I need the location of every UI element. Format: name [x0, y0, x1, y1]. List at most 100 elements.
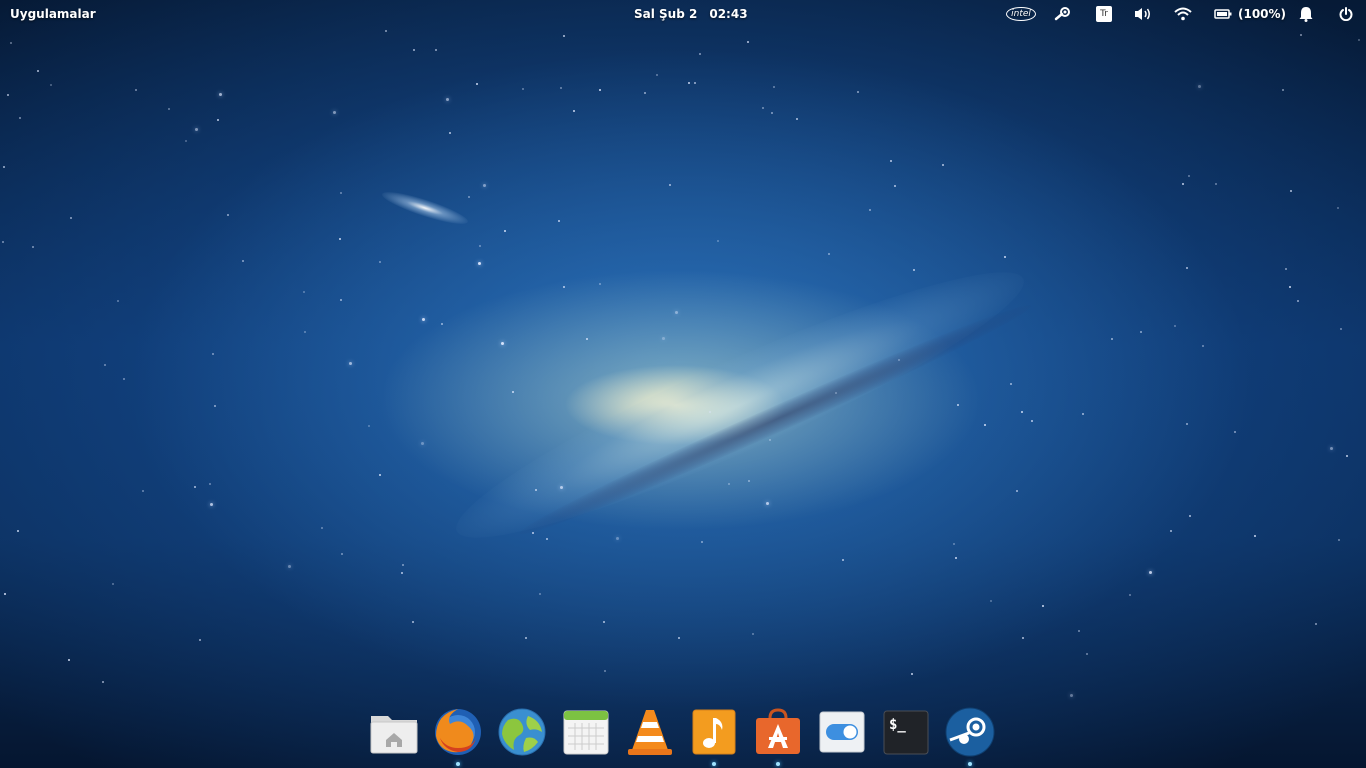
star [586, 338, 588, 340]
star [479, 245, 481, 247]
star [748, 480, 750, 482]
star [50, 84, 52, 86]
star [1186, 267, 1188, 269]
star [333, 111, 336, 114]
star [662, 337, 665, 340]
steam-tray-icon [1054, 7, 1070, 21]
star [546, 538, 548, 540]
star [869, 209, 871, 211]
star [1337, 207, 1339, 209]
star [4, 593, 6, 595]
dock-item-system-settings[interactable] [816, 706, 868, 758]
globe-icon [498, 708, 546, 756]
star [656, 74, 658, 76]
session-indicator[interactable] [1336, 4, 1356, 24]
dock: $_ [360, 700, 1006, 768]
power-indicator[interactable]: (100%) [1214, 4, 1298, 24]
date-time-indicator[interactable]: Sal Şub 2 02:43 [634, 7, 748, 21]
star [747, 41, 749, 43]
star [669, 184, 671, 186]
star [209, 483, 211, 485]
star [525, 637, 527, 639]
star [599, 89, 601, 91]
star [563, 35, 565, 37]
star [1086, 653, 1088, 655]
star [214, 405, 216, 407]
star [1031, 420, 1033, 422]
star [1330, 447, 1333, 450]
dock-item-appcenter[interactable] [752, 706, 804, 766]
star [1022, 637, 1024, 639]
star [699, 53, 701, 55]
star [604, 670, 606, 672]
star [752, 633, 754, 635]
star [560, 87, 562, 89]
star [446, 98, 449, 101]
star [379, 261, 381, 263]
star [953, 543, 955, 545]
star [573, 110, 575, 112]
star [1234, 431, 1236, 433]
dock-item-web-browser[interactable] [496, 706, 548, 758]
star [1170, 530, 1172, 532]
sound-indicator[interactable] [1132, 4, 1154, 24]
star [185, 140, 187, 142]
star [890, 160, 892, 162]
star [340, 299, 342, 301]
star [1338, 539, 1340, 541]
star [1070, 694, 1073, 697]
star [3, 166, 5, 168]
steam-tray-indicator[interactable] [1050, 4, 1074, 24]
network-indicator[interactable] [1172, 4, 1194, 24]
star [898, 359, 900, 361]
dock-item-firefox[interactable] [432, 706, 484, 766]
star [1140, 331, 1142, 333]
dock-item-calendar[interactable] [560, 706, 612, 758]
star [194, 486, 196, 488]
star [1282, 89, 1284, 91]
app-store-bag-icon [756, 708, 800, 754]
star [773, 86, 775, 88]
star [501, 342, 504, 345]
star [70, 217, 72, 219]
star [675, 311, 678, 314]
star [304, 331, 306, 333]
galaxy-core [438, 237, 1042, 573]
top-panel: Uygulamalar Sal Şub 2 02:43 intel Tr (10… [0, 0, 1366, 28]
intel-graphics-indicator[interactable]: intel [1006, 4, 1036, 24]
star [422, 318, 425, 321]
star [678, 637, 680, 639]
star [321, 527, 323, 529]
star [535, 489, 537, 491]
keyboard-layout-indicator[interactable]: Tr [1094, 4, 1114, 24]
star [135, 89, 137, 91]
star [1129, 594, 1131, 596]
star [19, 117, 21, 119]
star [1285, 268, 1287, 270]
dock-item-steam[interactable] [944, 706, 996, 766]
dock-item-terminal[interactable]: $_ [880, 706, 932, 758]
running-indicator [968, 762, 972, 766]
star [349, 362, 352, 365]
dock-item-music[interactable] [688, 706, 740, 766]
small-galaxy [379, 186, 471, 230]
notifications-indicator[interactable] [1296, 4, 1316, 24]
battery-icon [1214, 9, 1232, 19]
star [478, 262, 481, 265]
calendar-icon [563, 710, 609, 755]
star [210, 503, 213, 506]
star [379, 474, 381, 476]
star [1254, 535, 1256, 537]
star [32, 246, 34, 248]
star [894, 185, 896, 187]
toggle-switch-icon [819, 711, 865, 753]
star [413, 49, 415, 51]
dock-item-files[interactable] [368, 706, 420, 758]
firefox-icon [435, 709, 481, 755]
terminal-icon: $_ [883, 710, 929, 755]
dock-item-vlc[interactable] [624, 706, 676, 758]
star [195, 128, 198, 131]
applications-menu[interactable]: Uygulamalar [10, 7, 96, 21]
home-folder-icon [370, 716, 418, 754]
star [1358, 39, 1360, 41]
